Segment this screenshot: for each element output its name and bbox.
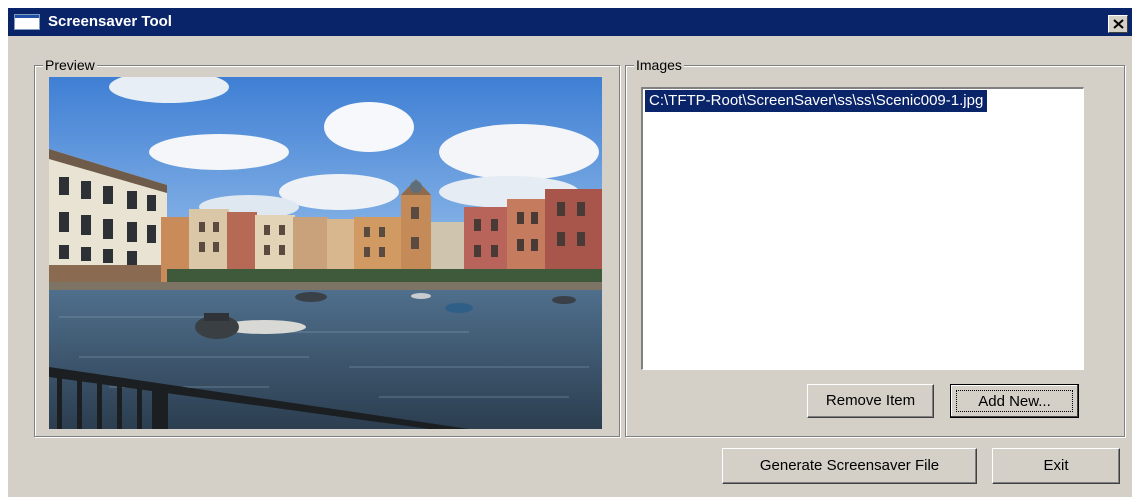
add-new-button-label: Add New... (956, 390, 1073, 412)
app-window-icon (14, 14, 40, 30)
preview-group: Preview (34, 57, 620, 437)
preview-photo (49, 77, 602, 429)
window-title: Screensaver Tool (48, 13, 172, 30)
exit-button[interactable]: Exit (992, 448, 1120, 484)
images-group: Images C:\TFTP-Root\ScreenSaver\ss\ss\Sc… (625, 57, 1125, 437)
generate-screensaver-button[interactable]: Generate Screensaver File (722, 448, 977, 484)
add-new-button[interactable]: Add New... (950, 384, 1079, 418)
close-icon (1113, 19, 1124, 29)
screensaver-tool-window: Screensaver Tool Preview Images C:\TFTP-… (8, 8, 1132, 497)
list-item[interactable]: C:\TFTP-Root\ScreenSaver\ss\ss\Scenic009… (645, 90, 988, 112)
preview-group-label: Preview (43, 57, 97, 73)
close-button[interactable] (1108, 15, 1128, 33)
title-bar[interactable]: Screensaver Tool (8, 8, 1132, 36)
images-group-label: Images (634, 57, 684, 73)
images-listbox[interactable]: C:\TFTP-Root\ScreenSaver\ss\ss\Scenic009… (641, 87, 1084, 370)
remove-item-button[interactable]: Remove Item (807, 384, 934, 418)
preview-image (49, 77, 602, 429)
